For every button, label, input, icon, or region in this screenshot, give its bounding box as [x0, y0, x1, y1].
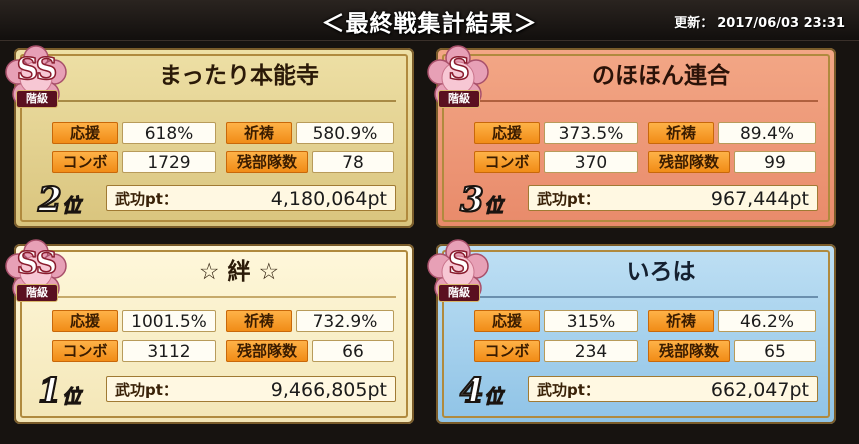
support-label: 応援 — [52, 310, 118, 332]
support-value: 373.5% — [544, 122, 638, 144]
combo-value: 1729 — [122, 151, 216, 173]
team-panel-2: のほほん連合 応援 373.5% 祈祷 89.4% コンボ 370 残部隊数 9… — [436, 48, 836, 228]
prayer-label: 祈祷 — [226, 122, 292, 144]
team-name: ☆ 絆 ☆ — [198, 259, 280, 285]
support-label: 応援 — [474, 310, 540, 332]
points-row: 武功pt： 967,444pt — [528, 185, 818, 211]
tier-label: 階級 — [438, 90, 480, 108]
support-value: 1001.5% — [122, 310, 216, 332]
remaining-label: 残部隊数 — [648, 151, 730, 173]
support-label: 応援 — [474, 122, 540, 144]
team-panel-1: まったり本能寺 応援 618% 祈祷 580.9% コンボ 1729 残部隊数 … — [14, 48, 414, 228]
divider — [466, 296, 818, 298]
rank-suffix: 位 — [483, 386, 504, 409]
points-value: 4,180,064pt — [270, 188, 387, 210]
remaining-value: 78 — [312, 151, 394, 173]
prayer-value: 732.9% — [296, 310, 394, 332]
rank-number: 1 — [37, 370, 63, 412]
combo-label: コンボ — [52, 151, 118, 173]
tier-text: S — [447, 51, 470, 88]
divider — [44, 100, 396, 102]
tier-badge-3: SS 階級 — [4, 238, 68, 310]
points-label: 武功pt： — [115, 381, 178, 399]
remaining-value: 65 — [734, 340, 816, 362]
updated-value: 2017/06/03 23:31 — [717, 16, 845, 31]
remaining-label: 残部隊数 — [226, 151, 308, 173]
top-bar: ＜最終戦集計結果＞ 更新： 2017/06/03 23:31 — [0, 0, 859, 41]
tier-badge-4: S 階級 — [426, 238, 490, 310]
team-name: のほほん連合 — [592, 63, 730, 89]
rank-suffix: 位 — [61, 195, 82, 218]
rank-number: 3 — [459, 179, 485, 221]
divider — [44, 296, 396, 298]
points-value: 662,047pt — [710, 379, 809, 401]
support-value: 315% — [544, 310, 638, 332]
prayer-label: 祈祷 — [648, 122, 714, 144]
tier-badge-2: S 階級 — [426, 44, 490, 116]
remaining-value: 99 — [734, 151, 816, 173]
prayer-value: 46.2% — [718, 310, 816, 332]
tier-text: SS — [16, 245, 58, 282]
prayer-label: 祈祷 — [226, 310, 292, 332]
combo-value: 234 — [544, 340, 638, 362]
team-name: まったり本能寺 — [158, 63, 320, 89]
remaining-value: 66 — [312, 340, 394, 362]
tier-label: 階級 — [16, 90, 58, 108]
updated-label: 更新： — [674, 16, 714, 31]
tier-label: 階級 — [16, 284, 58, 302]
rank-suffix: 位 — [483, 195, 504, 218]
support-label: 応援 — [52, 122, 118, 144]
rank-indicator: 4 位 — [458, 370, 514, 412]
prayer-label: 祈祷 — [648, 310, 714, 332]
points-label: 武功pt： — [537, 381, 600, 399]
prayer-value: 580.9% — [296, 122, 394, 144]
rank-number: 2 — [37, 179, 63, 221]
updated-timestamp: 更新： 2017/06/03 23:31 — [674, 12, 849, 31]
team-panel-4: いろは 応援 315% 祈祷 46.2% コンボ 234 残部隊数 65 武功p… — [436, 244, 836, 424]
tier-text: SS — [16, 51, 58, 88]
points-row: 武功pt： 9,466,805pt — [106, 376, 396, 402]
combo-label: コンボ — [474, 151, 540, 173]
tier-text: S — [447, 245, 470, 282]
rank-number: 4 — [459, 370, 485, 412]
combo-label: コンボ — [474, 340, 540, 362]
support-value: 618% — [122, 122, 216, 144]
combo-value: 370 — [544, 151, 638, 173]
points-label: 武功pt： — [537, 190, 600, 208]
points-value: 967,444pt — [710, 188, 809, 210]
points-row: 武功pt： 662,047pt — [528, 376, 818, 402]
team-name: いろは — [626, 259, 696, 285]
tier-badge-1: SS 階級 — [4, 44, 68, 116]
rank-indicator: 2 位 — [36, 179, 92, 221]
team-panel-3: ☆ 絆 ☆ 応援 1001.5% 祈祷 732.9% コンボ 3112 残部隊数… — [14, 244, 414, 424]
combo-value: 3112 — [122, 340, 216, 362]
rank-indicator: 3 位 — [458, 179, 514, 221]
tier-label: 階級 — [438, 284, 480, 302]
remaining-label: 残部隊数 — [226, 340, 308, 362]
rank-indicator: 1 位 — [36, 370, 92, 412]
points-row: 武功pt： 4,180,064pt — [106, 185, 396, 211]
divider — [466, 100, 818, 102]
points-label: 武功pt： — [115, 190, 178, 208]
prayer-value: 89.4% — [718, 122, 816, 144]
rank-suffix: 位 — [61, 386, 82, 409]
points-value: 9,466,805pt — [270, 379, 387, 401]
remaining-label: 残部隊数 — [648, 340, 730, 362]
combo-label: コンボ — [52, 340, 118, 362]
